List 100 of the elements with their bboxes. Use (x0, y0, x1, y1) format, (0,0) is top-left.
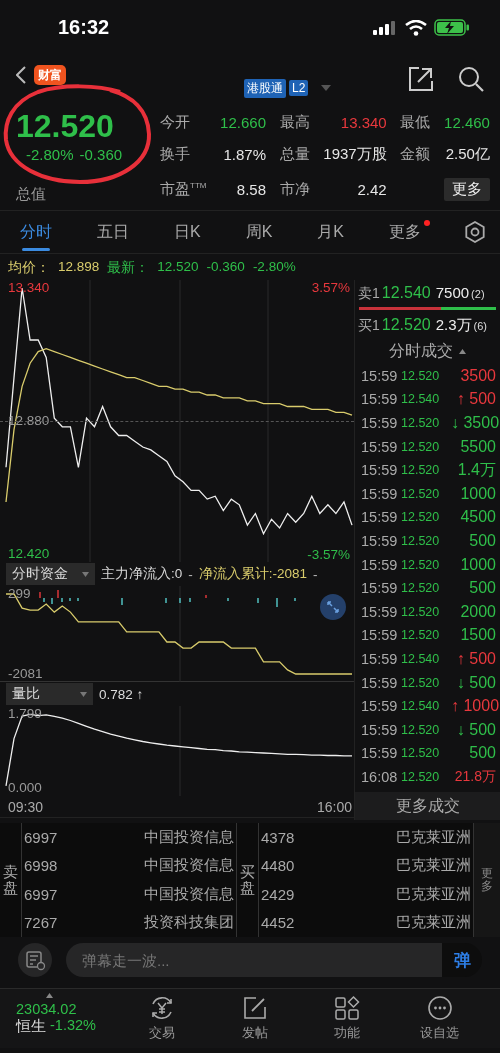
trade-time: 15:59 (361, 462, 399, 479)
legend-label: 最新： (107, 259, 150, 277)
ratio-value: 0.782 ↑ (99, 686, 144, 702)
trade-price: 12.520 (401, 439, 441, 454)
flow-tick (39, 591, 41, 599)
nav-item[interactable]: 交易 (116, 994, 209, 1043)
caret-icon[interactable] (321, 85, 332, 91)
caret-icon[interactable] (46, 993, 53, 998)
trade-price: 12.520 (401, 746, 441, 761)
expand-icon[interactable] (320, 594, 346, 620)
legend-value: -0.360 (206, 259, 245, 276)
trade-time: 15:59 (361, 698, 399, 715)
trade-volume: 4500 (459, 508, 496, 527)
broker-id: 4452 (260, 913, 296, 934)
nav-item[interactable]: 设自选 (393, 994, 486, 1043)
legend-value: -2.80% (252, 259, 296, 276)
trade-volume: 3500 (459, 366, 496, 385)
stat-value: 2.42 (356, 180, 387, 198)
chart-tab[interactable]: 周K (243, 213, 283, 251)
trade-volume: 1.4万 (456, 459, 496, 480)
chart-tab[interactable]: 五日 (95, 213, 139, 251)
broker-id: 2429 (260, 884, 296, 905)
trade-time: 15:59 (361, 745, 399, 762)
flow-tick (294, 597, 296, 602)
share-icon[interactable] (408, 66, 434, 92)
stat-value: 12.460 (444, 114, 490, 132)
chart-tab[interactable]: 更多 (386, 213, 431, 251)
legend-text: - (313, 566, 318, 582)
nav-item[interactable]: 发帖 (208, 994, 301, 1043)
indicator-selector[interactable]: 量比 (6, 683, 93, 705)
trade-volume: 500 (468, 579, 496, 598)
trade-price: 12.520 (401, 722, 441, 737)
trade-volume: 5500 (459, 437, 496, 456)
legend-value: 12.898 (58, 259, 100, 276)
trade-time: 15:59 (361, 485, 399, 502)
settings-icon[interactable] (463, 221, 486, 243)
chart-tab[interactable]: 分时 (18, 213, 62, 251)
trade-volume: ↓ 500 (455, 720, 496, 739)
trade-volume: ↑ 500 (455, 390, 496, 409)
search-icon[interactable] (458, 66, 484, 92)
trade-time: 15:59 (361, 721, 399, 738)
danmaku-button[interactable]: 弹 (442, 943, 482, 977)
legend-text: 净流入累计:-2081 (198, 565, 308, 583)
stat-label: 市净 (279, 179, 310, 199)
stat-value: 8.58 (235, 180, 266, 198)
trade-volume: 500 (468, 744, 496, 763)
trade-price: 12.520 (401, 675, 441, 690)
note-icon[interactable] (18, 943, 52, 977)
axis-label: 13.340 (8, 280, 50, 295)
stat-value: 12.660 (220, 114, 266, 132)
more-button[interactable]: 更多 (443, 177, 490, 201)
flow-tick (179, 597, 181, 604)
trade-price: 12.520 (401, 581, 441, 596)
trade-price: 12.540 (401, 699, 441, 714)
stat-label: 最高 (279, 113, 310, 133)
chart-tab[interactable]: 日K (171, 213, 211, 251)
stat-label: 市盈$^{TTM}$ (160, 179, 207, 199)
broker-id: 7267 (23, 913, 59, 934)
trade-volume: 500 (468, 531, 496, 550)
order-volume: 2.3万 (435, 316, 472, 335)
axis-label: -3.57% (307, 547, 350, 562)
index-change: -1.32% (50, 1017, 96, 1035)
caret-icon[interactable] (459, 348, 466, 354)
more-brokers-button[interactable]: 更多 (481, 866, 493, 894)
last-price: 12.520 (16, 108, 115, 144)
broker-id: 6998 (23, 856, 59, 877)
axis-label: 299 (8, 586, 31, 601)
trade-price: 12.520 (401, 604, 441, 619)
flow-tick (276, 597, 278, 608)
trade-price: 12.520 (401, 533, 441, 548)
trade-time: 16:08 (361, 768, 399, 785)
broker-id: 4480 (260, 856, 296, 877)
back-icon[interactable] (16, 66, 26, 84)
trade-time: 15:59 (361, 415, 399, 431)
trade-time: 15:59 (361, 556, 399, 573)
flow-tick (69, 597, 71, 602)
trade-time: 15:59 (361, 367, 399, 384)
trade-volume: 21.8万 (453, 767, 496, 786)
flow-tick (61, 597, 63, 603)
trade-volume: 1500 (459, 626, 496, 645)
nav-item[interactable]: 功能 (301, 994, 394, 1043)
trade-time: 15:59 (361, 674, 399, 691)
app-logo: 财富 (34, 65, 66, 85)
trade-time: 15:59 (361, 650, 399, 667)
more-trades-button[interactable]: 更多成交 (355, 792, 500, 820)
chart-tab[interactable]: 月K (315, 213, 354, 251)
axis-label: -2081 (8, 666, 43, 681)
side-label: 卖盘 (3, 863, 18, 897)
comment-field[interactable]: 弹幕走一波... (66, 943, 442, 977)
stat-label: 今开 (160, 113, 191, 133)
axis-label: 0.000 (8, 780, 42, 795)
indicator-selector[interactable]: 分时资金 (6, 563, 95, 585)
flow-tick (121, 597, 123, 606)
caret-icon (80, 691, 87, 697)
wifi-icon (405, 19, 427, 36)
legend-label: 均价： (8, 259, 50, 277)
edit-icon (241, 995, 268, 1021)
clock-time: 16:32 (58, 16, 110, 39)
change-amount: -0.360 (79, 146, 123, 163)
apps-icon (334, 995, 361, 1021)
